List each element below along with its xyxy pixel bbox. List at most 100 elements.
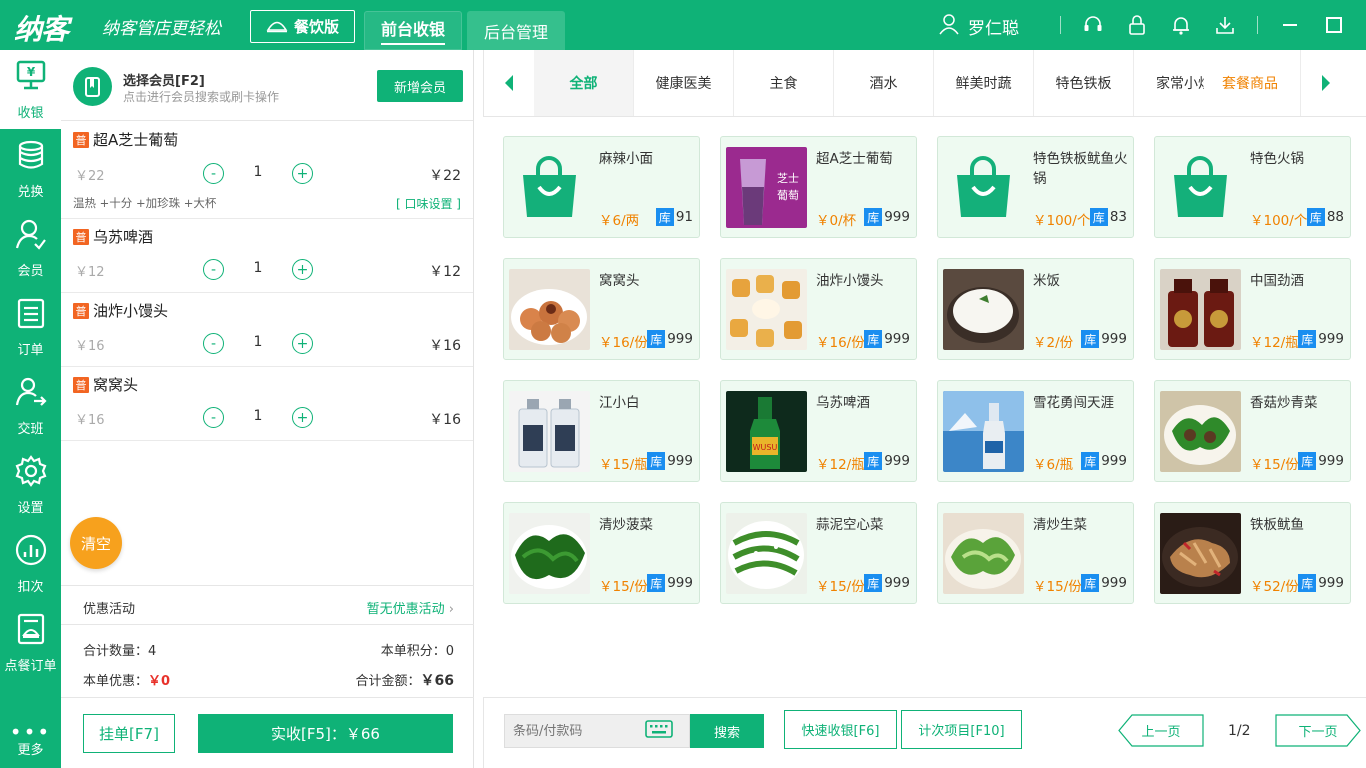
decrease-button[interactable]: - xyxy=(203,163,224,184)
item-price: ￥22 xyxy=(75,169,105,184)
quick-cashier-button[interactable]: 快速收银[F6] xyxy=(784,710,897,749)
prev-page-button[interactable]: 上一页 xyxy=(1118,714,1204,747)
decrease-button[interactable]: - xyxy=(203,407,224,428)
tab-front-cashier[interactable]: 前台收银 xyxy=(364,11,462,50)
product-price: ￥0/杯 xyxy=(816,213,857,229)
category-prev-arrow[interactable] xyxy=(484,50,534,116)
bell-icon[interactable] xyxy=(1169,13,1193,37)
product-card[interactable]: 窝窝头 ￥16/份库 999 xyxy=(503,258,700,360)
product-card[interactable]: 特色火锅 ￥100/个库 88 xyxy=(1154,136,1351,238)
product-image xyxy=(943,513,1024,594)
lock-icon[interactable] xyxy=(1125,13,1149,37)
pay-button[interactable]: 实收[F5]：￥66 xyxy=(198,714,453,753)
cart-item[interactable]: 普 窝窝头 ￥16 - 1 + ￥16 xyxy=(61,367,473,441)
product-card[interactable]: 蒜泥空心菜 ￥15/份库 999 xyxy=(720,502,917,604)
category-all[interactable]: 全部 xyxy=(534,50,634,116)
product-image: WUSU xyxy=(726,391,807,472)
product-card[interactable]: 芝士 葡萄 超A芝士葡萄 ￥0/杯库 999 xyxy=(720,136,917,238)
user-menu[interactable]: 罗仁聪 xyxy=(938,13,1019,40)
stock-value: 999 xyxy=(884,331,910,347)
category-home-style[interactable]: 家常小炒 xyxy=(1134,50,1204,116)
hold-order-button[interactable]: 挂单[F7] xyxy=(83,714,175,753)
category-combo[interactable]: 套餐商品 xyxy=(1204,50,1301,116)
product-card[interactable]: 油炸小馒头 ￥16/份库 999 xyxy=(720,258,917,360)
product-image xyxy=(509,147,590,228)
tab-backend-admin[interactable]: 后台管理 xyxy=(467,11,565,50)
product-price: ￥15/份 xyxy=(599,579,648,595)
increase-button[interactable]: + xyxy=(292,407,313,428)
order-points: 本单积分：0 xyxy=(381,640,454,659)
product-card[interactable]: 中国劲酒 ￥12/瓶库 999 xyxy=(1154,258,1351,360)
category-beauty[interactable]: 健康医美 xyxy=(634,50,734,116)
taste-settings-link[interactable]: [ 口味设置 ] xyxy=(396,195,461,212)
product-price: ￥15/份 xyxy=(1250,457,1299,473)
item-tag: 普 xyxy=(73,229,89,245)
increase-button[interactable]: + xyxy=(292,163,313,184)
add-member-button[interactable]: 新增会员 xyxy=(377,70,463,102)
sidebar-item-deduct[interactable]: 扣次 xyxy=(0,524,61,603)
stock-badge: 库 xyxy=(1081,330,1100,348)
barcode-search-box[interactable] xyxy=(504,714,690,748)
product-card[interactable]: 清炒菠菜 ￥15/份库 999 xyxy=(503,502,700,604)
sidebar-item-member[interactable]: 会员 xyxy=(0,208,61,287)
product-card[interactable]: 香菇炒青菜 ￥15/份库 999 xyxy=(1154,380,1351,482)
sidebar-item-dining-orders[interactable]: 点餐订单 xyxy=(0,603,61,682)
sidebar-item-exchange[interactable]: 兑换 xyxy=(0,129,61,208)
product-card[interactable]: 江小白 ￥15/瓶库 999 xyxy=(503,380,700,482)
clear-cart-button[interactable]: 清空 xyxy=(70,517,122,569)
product-card[interactable]: 米饭 ￥2/份库 999 xyxy=(937,258,1134,360)
headset-icon[interactable] xyxy=(1081,13,1105,37)
shift-icon xyxy=(14,375,48,413)
item-tag: 普 xyxy=(73,303,89,319)
tab-label: 前台收银 xyxy=(380,16,445,45)
points-label: 本单积分： xyxy=(380,644,446,659)
decrease-button[interactable]: - xyxy=(203,333,224,354)
stock-badge: 库 xyxy=(655,208,674,226)
product-card[interactable]: WUSU 乌苏啤酒 ￥12/瓶库 999 xyxy=(720,380,917,482)
category-next-arrow[interactable] xyxy=(1301,50,1351,116)
sidebar-label: 设置 xyxy=(17,500,44,516)
sidebar-item-shift[interactable]: 交班 xyxy=(0,366,61,445)
more-icon: ••• xyxy=(9,720,52,744)
sidebar-item-orders[interactable]: 订单 xyxy=(0,287,61,366)
app-slogan: 纳客管店更轻松 xyxy=(102,19,221,39)
minimize-icon[interactable] xyxy=(1278,13,1302,37)
category-vegetables[interactable]: 鲜美时蔬 xyxy=(934,50,1034,116)
sidebar-item-settings[interactable]: 设置 xyxy=(0,445,61,524)
search-button[interactable]: 搜索 xyxy=(690,714,764,748)
edition-button[interactable]: 餐饮版 xyxy=(250,10,355,43)
download-icon[interactable] xyxy=(1213,13,1237,37)
barcode-input[interactable] xyxy=(505,723,645,739)
stock-value: 999 xyxy=(1101,453,1127,469)
cart-item[interactable]: 普 乌苏啤酒 ￥12 - 1 + ￥12 xyxy=(61,219,473,293)
sidebar-more[interactable]: ••• 更多 xyxy=(0,720,61,758)
stock-badge: 库 xyxy=(864,330,883,348)
product-card[interactable]: 雪花勇闯天涯 ￥6/瓶库 999 xyxy=(937,380,1134,482)
total-count: 合计数量：4 xyxy=(83,640,156,659)
category-drinks[interactable]: 酒水 xyxy=(834,50,934,116)
cart-item[interactable]: 普 超A芝士葡萄 ￥22 - 1 + ￥22 温热 +十分 +加珍珠 +大杯 [… xyxy=(61,121,473,219)
member-selector[interactable]: 选择会员[F2] 点击进行会员搜索或刷卡操作 新增会员 xyxy=(61,50,473,121)
product-card[interactable]: 特色铁板鱿鱼火锅 ￥100/个库 83 xyxy=(937,136,1134,238)
product-card[interactable]: 清炒生菜 ￥15/份库 999 xyxy=(937,502,1134,604)
cart-item[interactable]: 普 油炸小馒头 ￥16 - 1 + ￥16 xyxy=(61,293,473,367)
increase-button[interactable]: + xyxy=(292,333,313,354)
product-card[interactable]: 铁板鱿鱼 ￥52/份库 999 xyxy=(1154,502,1351,604)
product-stock: 库 999 xyxy=(1081,574,1127,592)
item-price: ￥16 xyxy=(75,339,105,354)
product-card[interactable]: 麻辣小面 ￥6/两库 91 xyxy=(503,136,700,238)
category-iron-plate[interactable]: 特色铁板 xyxy=(1034,50,1134,116)
next-page-button[interactable]: 下一页 xyxy=(1275,714,1361,747)
count-items-button[interactable]: 计次项目[F10] xyxy=(901,710,1022,749)
window-controls xyxy=(1060,13,1366,37)
user-name: 罗仁聪 xyxy=(968,19,1019,39)
decrease-button[interactable]: - xyxy=(203,259,224,280)
svg-text:葡萄: 葡萄 xyxy=(777,189,799,202)
category-staple[interactable]: 主食 xyxy=(734,50,834,116)
stock-badge: 库 xyxy=(1306,208,1325,226)
promotion-row[interactable]: 优惠活动 暂无优惠活动 › xyxy=(61,585,474,625)
maximize-icon[interactable] xyxy=(1322,13,1346,37)
keyboard-icon[interactable] xyxy=(645,720,673,742)
increase-button[interactable]: + xyxy=(292,259,313,280)
sidebar-item-cashier[interactable]: ¥ 收银 xyxy=(0,50,61,129)
